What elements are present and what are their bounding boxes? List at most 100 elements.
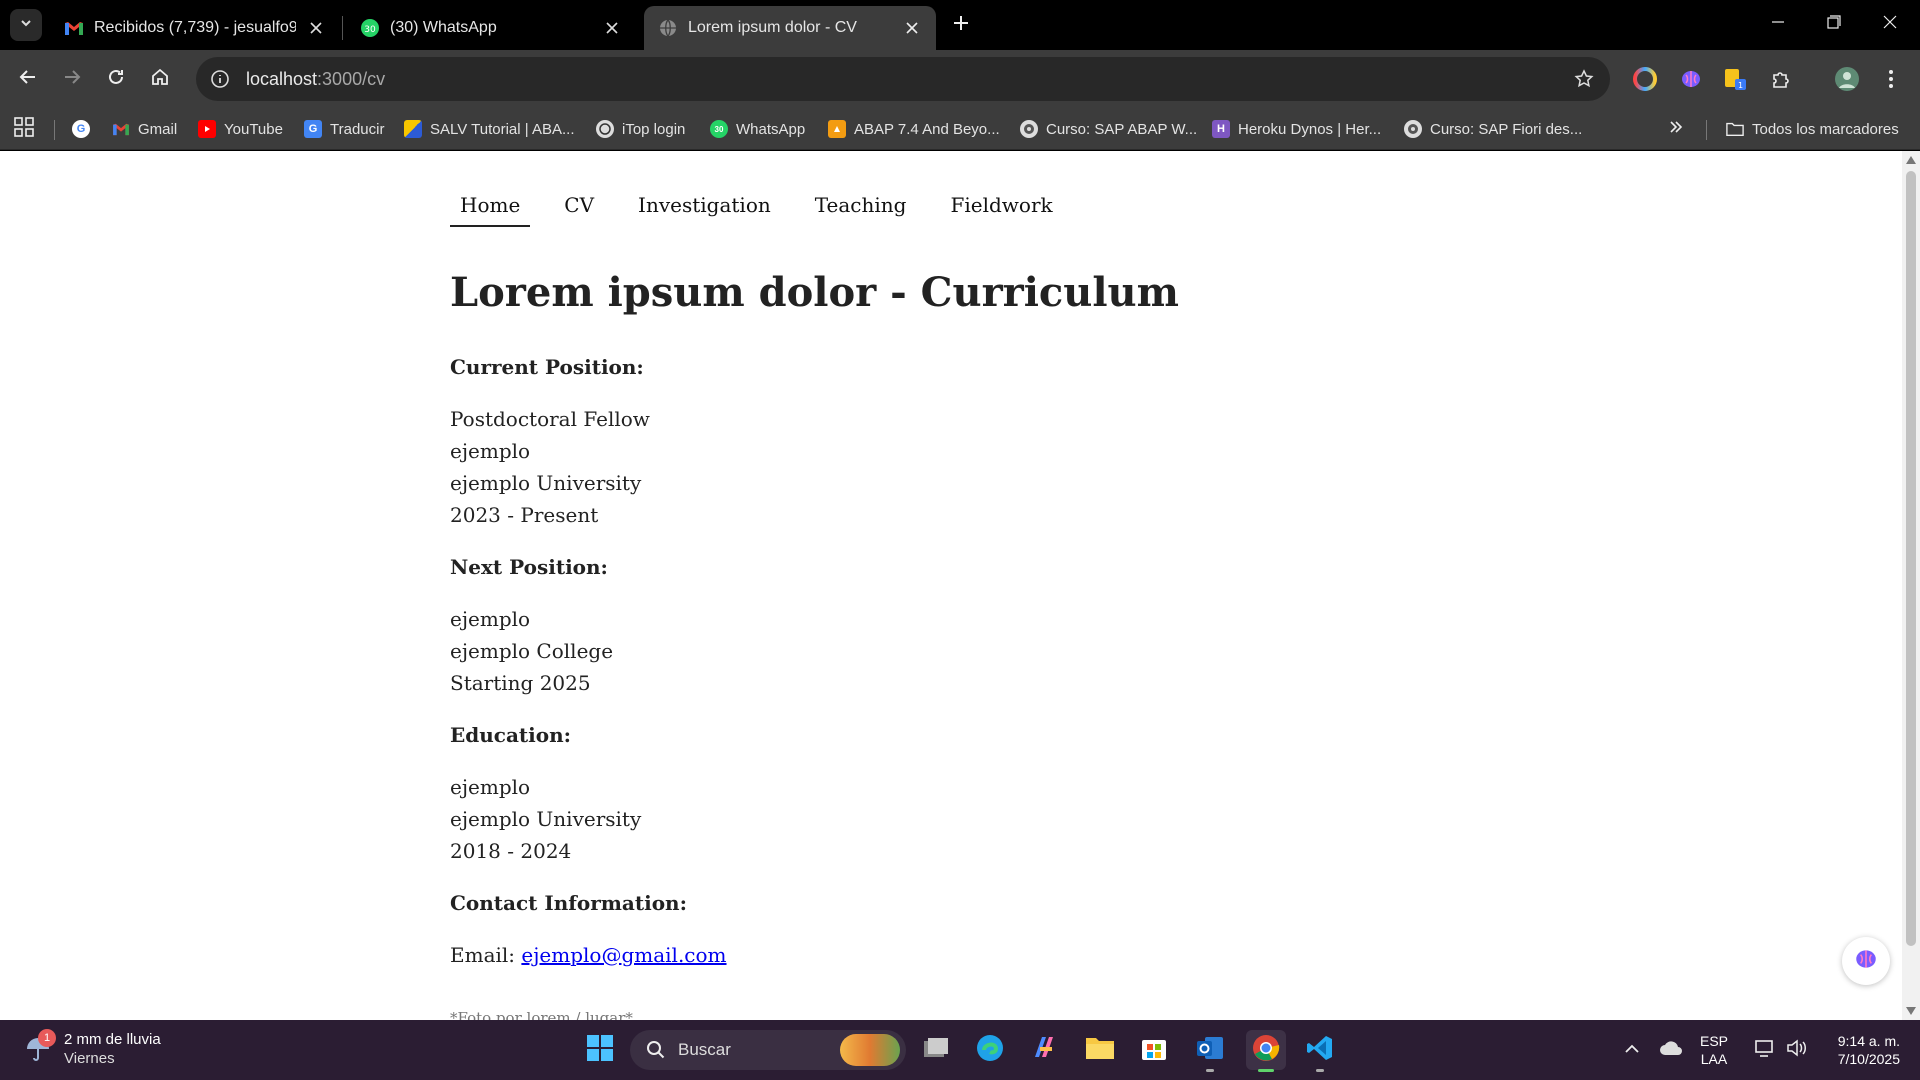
info-icon[interactable]: [208, 67, 232, 91]
section-heading: Next Position:: [450, 555, 608, 579]
bookmark-salv[interactable]: SALV Tutorial | ABA...: [404, 117, 575, 141]
taskbar-search[interactable]: Buscar: [630, 1030, 906, 1070]
network-tray[interactable]: [1750, 1032, 1780, 1068]
store-app[interactable]: [1134, 1030, 1174, 1070]
apps-grid-button[interactable]: [14, 117, 34, 141]
chrome-app[interactable]: [1246, 1030, 1286, 1072]
folder-icon: [1726, 120, 1744, 138]
nav-fieldwork[interactable]: Fieldwork: [940, 193, 1062, 227]
section-line: ejemplo: [450, 607, 531, 631]
page-scrollbar[interactable]: [1902, 151, 1920, 1020]
section-line: Postdoctoral Fellow: [450, 407, 650, 431]
task-view-button[interactable]: [916, 1030, 956, 1070]
outlook-app[interactable]: [1190, 1030, 1230, 1072]
nav-teaching[interactable]: Teaching: [805, 193, 917, 227]
assistant-floating-button[interactable]: [1842, 937, 1890, 985]
show-hidden-icons-button[interactable]: [1620, 1032, 1644, 1068]
close-icon: [1883, 15, 1897, 34]
tab-separator: [342, 16, 343, 40]
scroll-down-icon[interactable]: [1906, 1006, 1916, 1016]
extension-brain-icon[interactable]: [1676, 64, 1706, 94]
minimize-icon: [1771, 15, 1785, 34]
bookmark-curso-fiori[interactable]: Curso: SAP Fiori des...: [1404, 117, 1582, 141]
tab-title: Recibidos (7,739) - jesualfo9@g: [94, 19, 296, 36]
close-icon[interactable]: [602, 18, 622, 38]
section-line: ejemplo University: [450, 807, 642, 831]
restore-button[interactable]: [1806, 0, 1862, 48]
udemy-icon: [1404, 120, 1422, 138]
search-placeholder: Buscar: [678, 1040, 731, 1059]
edge-app[interactable]: [970, 1030, 1010, 1070]
address-bar[interactable]: localhost:3000/cv: [196, 57, 1610, 101]
start-button[interactable]: [580, 1030, 620, 1070]
section-line: ejemplo University: [450, 471, 642, 495]
folder-icon: [1085, 1035, 1115, 1066]
weather-widget[interactable]: 1 2 mm de lluvia Viernes: [20, 1029, 161, 1068]
close-window-button[interactable]: [1862, 0, 1918, 48]
bookmarks-bar: G Gmail YouTube G Traducir SALV Tutorial…: [0, 108, 1920, 150]
double-chevron-right-icon: [1668, 119, 1684, 139]
email-link[interactable]: ejemplo@gmail.com: [521, 943, 726, 967]
close-icon[interactable]: [306, 18, 326, 38]
system-clock[interactable]: 9:14 a. m. 7/10/2025: [1822, 1032, 1900, 1068]
bookmark-label: Curso: SAP Fiori des...: [1430, 120, 1583, 138]
bookmark-itop[interactable]: iTop login: [596, 117, 685, 141]
bookmark-youtube[interactable]: YouTube: [198, 117, 283, 141]
task-view-icon: [922, 1036, 950, 1065]
vscode-app[interactable]: [1300, 1030, 1340, 1072]
translate-icon: G: [304, 120, 322, 138]
tab-title: Lorem ipsum dolor - CV: [688, 19, 857, 36]
bookmark-google[interactable]: G: [72, 117, 98, 141]
running-indicator: [1206, 1069, 1214, 1072]
bookmarks-overflow-button[interactable]: [1668, 117, 1684, 141]
reload-button[interactable]: [98, 61, 134, 97]
forward-button[interactable]: [54, 61, 90, 97]
copilot-icon: [1029, 1033, 1059, 1068]
bookmark-heroku[interactable]: H Heroku Dynos | Her...: [1212, 117, 1381, 141]
minimize-button[interactable]: [1750, 0, 1806, 48]
onedrive-tray[interactable]: [1656, 1032, 1686, 1068]
language-indicator[interactable]: ESP LAA: [1700, 1032, 1728, 1068]
tab-cv[interactable]: Lorem ipsum dolor - CV: [644, 6, 936, 50]
menu-kebab-icon[interactable]: [1876, 64, 1906, 94]
nav-home[interactable]: Home: [450, 193, 531, 227]
apps-grid-icon: [14, 117, 34, 141]
url-path: :3000/cv: [317, 68, 386, 89]
globe-icon: [658, 18, 678, 38]
page-title: Lorem ipsum dolor - Curriculum: [450, 269, 1179, 316]
bookmark-label: Gmail: [138, 120, 178, 138]
tab-search-button[interactable]: [10, 9, 42, 41]
bookmark-traducir[interactable]: G Traducir: [304, 117, 384, 141]
bookmark-whatsapp[interactable]: 30 WhatsApp: [710, 117, 805, 141]
photo-credit: *Foto por lorem / lugar*: [450, 1009, 633, 1020]
weather-text: 2 mm de lluvia: [64, 1031, 161, 1048]
close-icon[interactable]: [902, 18, 922, 38]
bookmark-label: Todos los marcadores: [1752, 120, 1899, 138]
svg-text:30: 30: [364, 25, 376, 35]
bookmark-abap[interactable]: ABAP 7.4 And Beyo...: [828, 117, 1000, 141]
extensions-puzzle-icon[interactable]: [1766, 64, 1796, 94]
back-button[interactable]: [10, 61, 46, 97]
volume-tray[interactable]: [1782, 1032, 1812, 1068]
bookmark-star-icon[interactable]: [1572, 67, 1596, 91]
url-text[interactable]: localhost:3000/cv: [246, 69, 385, 90]
copilot-app[interactable]: [1024, 1030, 1064, 1070]
scrollbar-thumb[interactable]: [1906, 171, 1916, 946]
all-bookmarks-button[interactable]: Todos los marcadores: [1726, 117, 1899, 141]
extension-color-icon[interactable]: [1630, 64, 1660, 94]
new-tab-button[interactable]: [946, 10, 976, 40]
nav-cv[interactable]: CV: [554, 193, 604, 227]
tab-whatsapp[interactable]: 30 (30) WhatsApp: [346, 6, 636, 50]
home-button[interactable]: [142, 61, 178, 97]
language-code: ESP: [1700, 1033, 1729, 1049]
extension-clipboard-icon[interactable]: 1: [1720, 64, 1750, 94]
youtube-icon: [198, 120, 216, 138]
file-explorer-app[interactable]: [1080, 1030, 1120, 1070]
bookmark-curso-abap[interactable]: Curso: SAP ABAP W...: [1020, 117, 1197, 141]
profile-avatar[interactable]: [1832, 64, 1862, 94]
tab-gmail[interactable]: Recibidos (7,739) - jesualfo9@g: [50, 6, 340, 50]
nav-investigation[interactable]: Investigation: [628, 193, 781, 227]
bookmark-gmail[interactable]: Gmail: [112, 117, 177, 141]
taskbar: 1 2 mm de lluvia Viernes Buscar ESP LAA …: [0, 1020, 1920, 1080]
scroll-up-icon[interactable]: [1906, 155, 1916, 165]
